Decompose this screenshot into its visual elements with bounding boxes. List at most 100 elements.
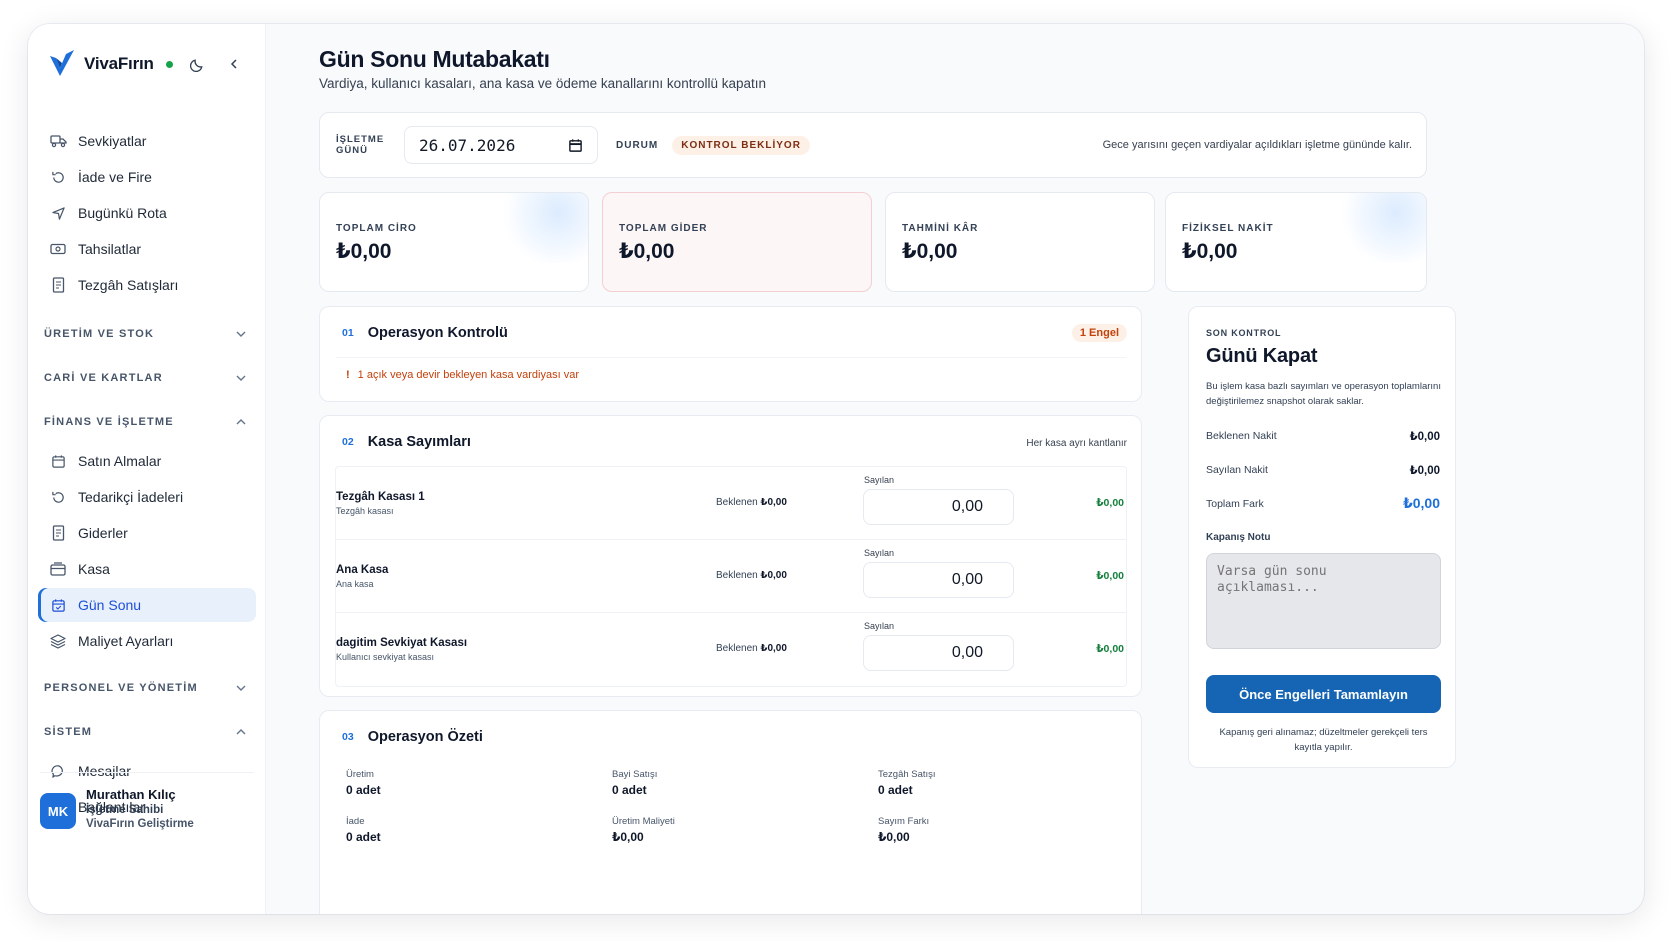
- nav-section-label: SİSTEM: [44, 726, 93, 738]
- kasa-name: Ana Kasa: [336, 564, 389, 576]
- stat-label: TOPLAM GİDER: [619, 223, 708, 234]
- business-day-label: İŞLETME GÜNÜ: [336, 134, 385, 156]
- expected-prefix: Beklenen: [716, 497, 758, 508]
- return-icon: [48, 167, 68, 187]
- moon-icon[interactable]: [187, 53, 209, 75]
- sidebar-item-label: İade ve Fire: [78, 169, 152, 185]
- nav-section-personel[interactable]: PERSONEL VE YÖNETİM: [38, 666, 256, 710]
- counted-label: Sayılan: [864, 621, 895, 631]
- close-day-button[interactable]: Önce Engelleri Tamamlayın: [1206, 675, 1441, 713]
- sidebar: VivaFırın Sevkiyatlar İade ve Fire Bugün…: [28, 24, 266, 914]
- sidebar-item-tahsilatlar[interactable]: Tahsilatlar: [38, 232, 256, 266]
- counted-amount-input[interactable]: [863, 635, 1014, 671]
- row-value: ₺0,00: [1403, 495, 1440, 511]
- sidebar-item-label: Gün Sonu: [78, 597, 142, 613]
- chevron-up-icon: [236, 419, 246, 425]
- sidebar-item-label: Tezgâh Satışları: [78, 277, 179, 293]
- page-title: Gün Sonu Mutabakatı: [319, 46, 550, 72]
- calendar-check-icon: [48, 595, 68, 615]
- user-role: İşletme Sahibi: [86, 804, 164, 816]
- summary-value: ₺0,00: [878, 830, 910, 844]
- navigation-icon: [48, 203, 68, 223]
- close-title: Günü Kapat: [1206, 345, 1318, 367]
- sidebar-item-satin-almalar[interactable]: Satın Almalar: [38, 444, 256, 478]
- section-title: Operasyon Kontrolü: [367, 325, 508, 341]
- stat-card-toplam-ciro: TOPLAM CİRO ₺0,00: [319, 192, 589, 292]
- receipt-icon: [48, 275, 68, 295]
- kasa-expected: Beklenen ₺0,00: [716, 570, 787, 581]
- filter-note: Gece yarısını geçen vardiyalar açıldıkla…: [1102, 139, 1412, 151]
- collapse-sidebar-icon[interactable]: [223, 53, 245, 75]
- kasa-desc: Kullanıcı sevkiyat kasası: [336, 652, 435, 662]
- sidebar-item-maliyet-ayarlari[interactable]: Maliyet Ayarları: [38, 624, 256, 658]
- summary-item-bayi-satisi: Bayi Satışı 0 adet: [612, 769, 657, 797]
- warning-icon: !: [346, 368, 350, 381]
- status-badge: KONTROL BEKLİYOR: [672, 135, 810, 155]
- section-header: 02 Kasa Sayımları: [342, 434, 471, 450]
- kasa-note: Her kasa ayrı kantlanır: [1026, 438, 1127, 449]
- step-number: 03: [342, 731, 354, 743]
- section-header: 03 Operasyon Özeti: [342, 729, 483, 745]
- nav-section-label: ÜRETİM VE STOK: [44, 328, 155, 340]
- nav-section-cari[interactable]: CARİ VE KARTLAR: [38, 356, 256, 400]
- date-value: 26.07.2026: [419, 135, 516, 155]
- sidebar-item-tedarikci-iadeleri[interactable]: Tedarikçi İadeleri: [38, 480, 256, 514]
- counted-amount-input[interactable]: [863, 562, 1014, 598]
- user-profile[interactable]: MK Murathan Kılıç İşletme Sahibi VivaFır…: [40, 772, 254, 842]
- kasa-diff: ₺0,00: [1096, 497, 1124, 509]
- sidebar-item-gun-sonu[interactable]: Gün Sonu: [38, 588, 256, 622]
- alert-text: 1 açık veya devir bekleyen kasa vardiyas…: [357, 368, 579, 381]
- business-day-date-input[interactable]: 26.07.2026: [404, 126, 598, 164]
- sidebar-item-tezgah-satislari[interactable]: Tezgâh Satışları: [38, 268, 256, 302]
- kasa-diff: ₺0,00: [1096, 570, 1124, 582]
- counted-amount-input[interactable]: [863, 489, 1014, 525]
- sidebar-item-label: Tahsilatlar: [78, 241, 142, 257]
- sidebar-item-label: Bugünkü Rota: [78, 205, 167, 221]
- closing-note-label: Kapanış Notu: [1206, 532, 1271, 543]
- close-description: Bu işlem kasa bazlı sayımları ve operasy…: [1206, 381, 1441, 407]
- summary-label: Üretim: [346, 769, 374, 780]
- summary-label: Üretim Maliyeti: [612, 816, 675, 827]
- summary-value: 0 adet: [878, 783, 913, 797]
- counted-label: Sayılan: [864, 548, 895, 558]
- section-title: Kasa Sayımları: [367, 434, 471, 450]
- row-value: ₺0,00: [1409, 465, 1440, 477]
- step-number: 02: [342, 436, 354, 448]
- calendar-icon[interactable]: [568, 138, 583, 153]
- sidebar-item-giderler[interactable]: Giderler: [38, 516, 256, 550]
- row-label: Sayılan Nakit: [1206, 464, 1268, 476]
- expected-prefix: Beklenen: [716, 643, 758, 654]
- nav-section-finans[interactable]: FİNANS VE İŞLETME: [38, 400, 256, 444]
- sidebar-item-sevkiyatlar[interactable]: Sevkiyatlar: [38, 124, 256, 158]
- operasyon-kontrolu-card: 01 Operasyon Kontrolü 1 Engel ! 1 açık v…: [319, 306, 1142, 402]
- row-value: ₺0,00: [1409, 431, 1440, 443]
- expected-value: ₺0,00: [760, 643, 787, 654]
- kasa-desc: Tezgâh kasası: [336, 506, 394, 516]
- sidebar-item-bugunku-rota[interactable]: Bugünkü Rota: [38, 196, 256, 230]
- truck-icon: [48, 131, 68, 151]
- expected-cash-row: Beklenen Nakit ₺0,00: [1206, 429, 1440, 443]
- main-content: Gün Sonu Mutabakatı Vardiya, kullanıcı k…: [266, 24, 1644, 914]
- closing-note-textarea[interactable]: [1206, 553, 1441, 649]
- chevron-down-icon: [236, 331, 246, 337]
- sidebar-item-iade-fire[interactable]: İade ve Fire: [38, 160, 256, 194]
- section-header: 01 Operasyon Kontrolü: [342, 325, 508, 341]
- expected-value: ₺0,00: [760, 497, 787, 508]
- filter-bar: İŞLETME GÜNÜ 26.07.2026 DURUM KONTROL BE…: [319, 112, 1427, 178]
- summary-label: Tezgâh Satışı: [878, 769, 936, 780]
- kasa-sayimlari-card: 02 Kasa Sayımları Her kasa ayrı kantlanı…: [319, 415, 1142, 697]
- stat-value: ₺0,00: [619, 240, 675, 263]
- nav-section-uretim[interactable]: ÜRETİM VE STOK: [38, 312, 256, 356]
- nav-section-sistem[interactable]: SİSTEM: [38, 710, 256, 754]
- sidebar-item-label: Maliyet Ayarları: [78, 633, 174, 649]
- cash-icon: [48, 239, 68, 259]
- blocker-count-badge: 1 Engel: [1071, 324, 1127, 342]
- stat-value: ₺0,00: [1182, 240, 1238, 263]
- receipt-icon: [48, 523, 68, 543]
- kasa-row: Ana Kasa Ana kasa Beklenen ₺0,00 Sayılan…: [336, 540, 1126, 613]
- expected-prefix: Beklenen: [716, 570, 758, 581]
- kasa-expected: Beklenen ₺0,00: [716, 643, 787, 654]
- expected-value: ₺0,00: [760, 570, 787, 581]
- close-footer-note: Kapanış geri alınamaz; düzeltmeler gerek…: [1219, 727, 1428, 753]
- sidebar-item-kasa[interactable]: Kasa: [38, 552, 256, 586]
